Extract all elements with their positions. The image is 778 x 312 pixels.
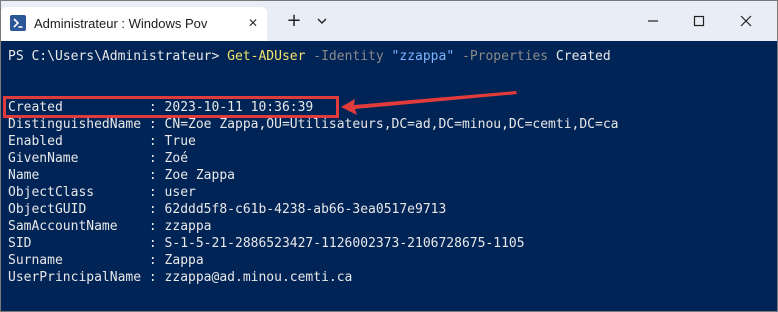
output-row: SamAccountName : zzappa: [8, 218, 212, 235]
row-value: True: [164, 134, 196, 149]
row-value: Zoe Zappa: [164, 168, 235, 183]
row-key: GivenName: [8, 151, 142, 166]
minimize-icon[interactable]: [641, 9, 665, 33]
row-value: S-1-5-21-2886523427-1126002373-210672867…: [164, 236, 525, 251]
row-sep: :: [141, 219, 165, 234]
tab-title: Administrateur : Windows Pov: [34, 16, 208, 31]
row-value: user: [164, 185, 196, 200]
close-tab-icon[interactable]: ✕: [244, 14, 262, 32]
terminal-window: Administrateur : Windows Pov ✕ + PS C:\U…: [0, 0, 778, 312]
highlight-box: [3, 96, 339, 118]
row-value: Zoé: [164, 151, 189, 166]
title-bar: Administrateur : Windows Pov ✕ +: [1, 1, 777, 41]
row-sep: :: [141, 185, 165, 200]
output-row: Surname : Zappa: [8, 252, 204, 269]
maximize-icon[interactable]: [687, 9, 711, 33]
command-line: PS C:\Users\Administrateur> Get-ADUser -…: [8, 48, 611, 65]
row-key: Name: [8, 168, 142, 183]
prompt: PS C:\Users\Administrateur>: [8, 49, 228, 64]
identity-value: "zzappa": [391, 49, 455, 64]
row-sep: :: [141, 270, 165, 285]
row-value: zzappa: [164, 219, 212, 234]
output-row: UserPrincipalName : zzappa@ad.minou.cemt…: [8, 269, 352, 286]
powershell-icon: [10, 15, 26, 31]
new-tab-button[interactable]: +: [284, 11, 304, 31]
row-sep: :: [141, 202, 165, 217]
close-icon[interactable]: [734, 9, 758, 33]
properties-value: Created: [555, 49, 611, 64]
param-identity: -Identity: [313, 49, 384, 64]
row-key: Surname: [8, 253, 142, 268]
output-row: DistinguishedName : CN=Zoe Zappa,OU=Util…: [8, 116, 619, 133]
row-sep: :: [141, 134, 165, 149]
output-row: Name : Zoe Zappa: [8, 167, 235, 184]
output-row: ObjectGUID : 62ddd5f8-c61b-4238-ab66-3ea…: [8, 201, 446, 218]
output-row: GivenName : Zoé: [8, 150, 188, 167]
chevron-down-icon[interactable]: [314, 13, 330, 29]
row-sep: :: [141, 168, 165, 183]
row-key: Enabled: [8, 134, 142, 149]
row-value: Zappa: [164, 253, 204, 268]
row-key: SID: [8, 236, 142, 251]
tab-powershell[interactable]: Administrateur : Windows Pov ✕: [1, 7, 267, 41]
row-sep: :: [141, 236, 165, 251]
arrow-annotation: [341, 91, 517, 115]
command-name: Get-ADUser: [227, 49, 306, 64]
row-value: CN=Zoe Zappa,OU=Utilisateurs,DC=ad,DC=mi…: [164, 117, 619, 132]
output-row: SID : S-1-5-21-2886523427-1126002373-210…: [8, 235, 525, 252]
row-value: 62ddd5f8-c61b-4238-ab66-3ea0517e9713: [164, 202, 447, 217]
row-key: ObjectGUID: [8, 202, 142, 217]
row-value: zzappa@ad.minou.cemti.ca: [164, 270, 353, 285]
row-key: DistinguishedName: [8, 117, 142, 132]
row-sep: :: [141, 253, 165, 268]
output-row: ObjectClass : user: [8, 184, 196, 201]
row-key: SamAccountName: [8, 219, 142, 234]
console-output[interactable]: PS C:\Users\Administrateur> Get-ADUser -…: [1, 41, 777, 311]
row-key: UserPrincipalName: [8, 270, 142, 285]
output-row: Enabled : True: [8, 133, 196, 150]
row-sep: :: [141, 117, 165, 132]
param-properties: -Properties: [462, 49, 549, 64]
row-key: ObjectClass: [8, 185, 142, 200]
row-sep: :: [141, 151, 165, 166]
